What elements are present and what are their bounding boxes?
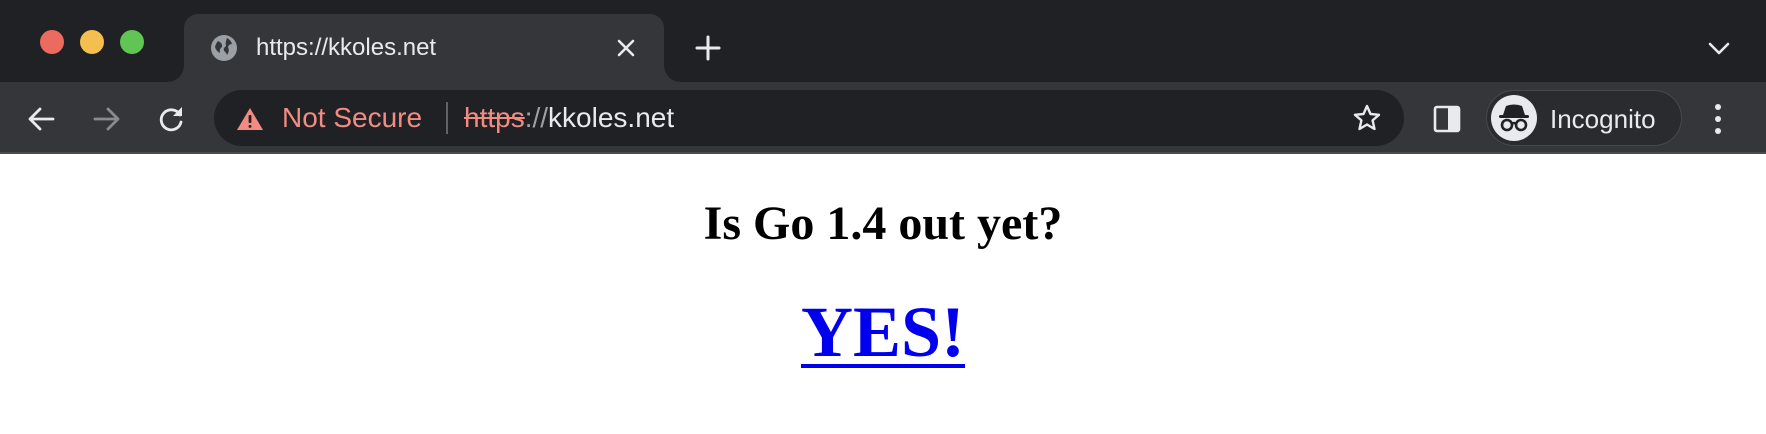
address-bar[interactable]: Not Secure https://kkoles.net xyxy=(214,90,1404,146)
browser-toolbar: Not Secure https://kkoles.net Incognito xyxy=(0,82,1766,154)
profile-label: Incognito xyxy=(1550,104,1656,134)
side-panel-icon[interactable] xyxy=(1432,104,1462,134)
forward-arrow-icon[interactable] xyxy=(92,104,122,134)
back-arrow-icon[interactable] xyxy=(26,104,56,134)
incognito-profile-button[interactable]: Incognito xyxy=(1486,90,1682,146)
security-status[interactable]: Not Secure xyxy=(282,101,422,135)
url-text[interactable]: https://kkoles.net xyxy=(464,101,674,135)
url-separator: :// xyxy=(524,102,549,133)
globe-icon xyxy=(211,35,237,61)
incognito-icon xyxy=(1491,95,1537,141)
divider xyxy=(446,102,448,134)
url-scheme: https xyxy=(464,102,525,133)
page-content: Is Go 1.4 out yet? YES! xyxy=(0,154,1766,434)
answer-container: YES! xyxy=(0,290,1766,374)
close-tab-icon[interactable] xyxy=(614,36,638,60)
warning-triangle-icon[interactable] xyxy=(236,106,264,132)
page-heading: Is Go 1.4 out yet? xyxy=(703,197,1063,250)
more-menu-icon[interactable] xyxy=(1710,102,1726,136)
close-window-button[interactable] xyxy=(40,30,64,54)
new-tab-icon[interactable] xyxy=(694,34,722,62)
tab-strip: https://kkoles.net xyxy=(0,0,1766,82)
active-tab[interactable]: https://kkoles.net xyxy=(168,14,680,82)
minimize-window-button[interactable] xyxy=(80,30,104,54)
url-host: kkoles.net xyxy=(548,102,675,133)
zoom-window-button[interactable] xyxy=(120,30,144,54)
answer-link[interactable]: YES! xyxy=(801,292,965,372)
chevron-down-icon[interactable] xyxy=(1706,38,1732,58)
tab-title: https://kkoles.net xyxy=(256,34,437,61)
reload-icon[interactable] xyxy=(156,104,186,134)
bookmark-star-icon[interactable] xyxy=(1352,103,1382,133)
